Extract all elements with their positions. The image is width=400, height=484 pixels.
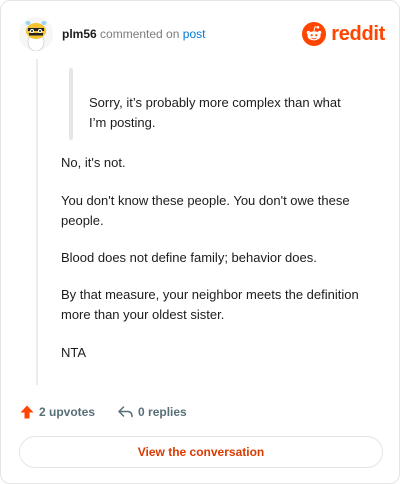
- comment-embed-card: plm56 commented on post reddit Sorry, it…: [0, 0, 400, 484]
- blockquote-text: Sorry, it’s probably more complex than w…: [89, 95, 341, 130]
- upvote-button[interactable]: 2 upvotes: [19, 404, 95, 420]
- comment-header: plm56 commented on post reddit: [19, 15, 385, 55]
- post-link[interactable]: post: [183, 27, 206, 41]
- upvote-count: 2 upvotes: [39, 405, 96, 419]
- user-avatar[interactable]: [19, 17, 53, 51]
- comment-paragraph: No, it's not.: [61, 155, 126, 170]
- reddit-snoo-icon: [302, 22, 327, 46]
- blockquote-bar: [69, 68, 73, 140]
- comment-paragraph: NTA: [61, 345, 87, 360]
- username[interactable]: plm56: [62, 27, 97, 41]
- action-text: commented on: [100, 27, 180, 41]
- upvote-arrow-icon: [20, 405, 34, 419]
- view-conversation-button[interactable]: View the conversation: [19, 436, 383, 468]
- snoo-avatar-icon: [19, 17, 53, 51]
- comment-byline: plm56 commented on post: [62, 27, 205, 41]
- comment-paragraph: You don't know these people. You don't o…: [61, 193, 350, 228]
- brand-wordmark: reddit: [331, 22, 385, 45]
- reddit-brand[interactable]: reddit: [302, 21, 385, 47]
- comment-paragraph: Blood does not define family; behavior d…: [61, 250, 317, 265]
- comment-paragraph: By that measure, your neighbor meets the…: [61, 287, 359, 322]
- reply-arrow-icon: [118, 406, 133, 418]
- reply-button[interactable]: 0 replies: [117, 404, 187, 420]
- reply-count: 0 replies: [138, 405, 187, 419]
- thread-line: [36, 59, 38, 385]
- comment-actions: 2 upvotes 0 replies: [19, 401, 187, 423]
